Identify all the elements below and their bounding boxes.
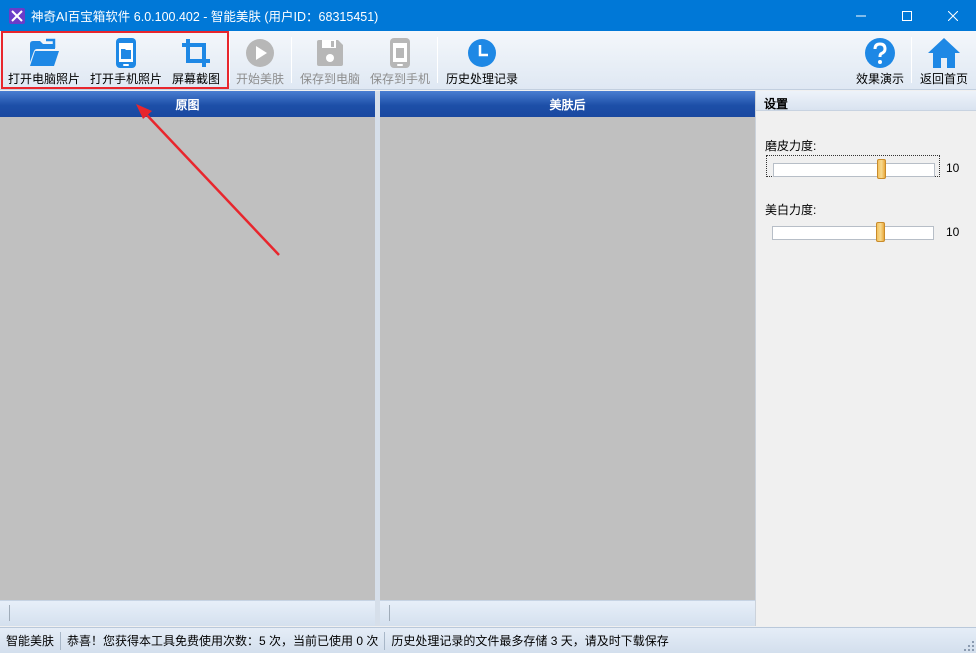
- result-panel-header: 美肤后: [380, 91, 755, 117]
- toolbar-separator: [229, 37, 230, 83]
- home-button[interactable]: 返回首页: [918, 31, 970, 89]
- window-title: 神奇AI百宝箱软件 6.0.100.402 - 智能美肤 (用户ID：68315…: [31, 10, 379, 24]
- demo-label: 效果演示: [855, 72, 904, 86]
- minimize-button[interactable]: [838, 0, 884, 31]
- minimize-icon: [856, 15, 866, 16]
- smooth-strength-label: 磨皮力度:: [765, 139, 817, 153]
- original-panel-title: 原图: [175, 97, 200, 112]
- original-panel-header: 原图: [0, 91, 375, 117]
- smooth-strength-value: 10: [946, 161, 960, 175]
- maximize-icon: [902, 10, 912, 21]
- close-button[interactable]: [930, 0, 976, 31]
- toolbar-separator: [291, 37, 292, 83]
- save-disk-icon: [313, 36, 347, 70]
- help-icon: [863, 36, 897, 70]
- result-panel-title: 美肤后: [549, 97, 586, 112]
- status-quota: 恭喜！您获得本工具免费使用次数：5 次，当前已使用 0 次: [61, 631, 386, 650]
- save-to-phone-button[interactable]: 保存到手机: [368, 31, 432, 89]
- result-image-area[interactable]: [380, 117, 755, 600]
- whiten-slider-thumb[interactable]: [875, 222, 885, 242]
- home-icon: [927, 36, 961, 70]
- smooth-strength-slider[interactable]: [766, 155, 940, 179]
- save-to-pc-button[interactable]: 保存到电脑: [298, 31, 362, 89]
- clock-icon: [465, 36, 499, 70]
- original-image-area[interactable]: [0, 117, 375, 600]
- start-beautify-label: 开始美肤: [235, 72, 284, 86]
- maximize-button[interactable]: [884, 0, 930, 31]
- home-label: 返回首页: [919, 72, 968, 86]
- highlight-annotation-box: [1, 31, 229, 89]
- smooth-slider-thumb[interactable]: [876, 159, 886, 179]
- status-bar: 智能美肤 恭喜！您获得本工具免费使用次数：5 次，当前已使用 0 次 历史处理记…: [0, 627, 976, 653]
- history-button[interactable]: 历史处理记录: [444, 31, 520, 89]
- save-to-pc-label: 保存到电脑: [299, 72, 360, 86]
- start-beautify-button[interactable]: 开始美肤: [234, 31, 286, 89]
- whiten-strength-label: 美白力度:: [765, 203, 817, 217]
- resize-grip-icon[interactable]: [964, 641, 974, 651]
- play-icon: [243, 36, 277, 70]
- original-horizontal-scrollbar[interactable]: [0, 600, 375, 626]
- toolbar-separator: [911, 37, 912, 83]
- save-to-phone-label: 保存到手机: [369, 72, 430, 86]
- whiten-strength-value: 10: [946, 225, 960, 239]
- title-bar: 神奇AI百宝箱软件 6.0.100.402 - 智能美肤 (用户ID：68315…: [0, 0, 976, 31]
- settings-panel: 设置 磨皮力度: 10 美白力度: 10: [755, 91, 976, 626]
- close-icon: [948, 10, 958, 21]
- toolbar-separator: [437, 37, 438, 83]
- whiten-strength-slider[interactable]: [766, 219, 940, 242]
- app-logo-icon: [9, 7, 25, 24]
- status-notice: 历史处理记录的文件最多存储 3 天，请及时下载保存: [391, 633, 669, 648]
- status-module: 智能美肤: [0, 631, 62, 650]
- demo-button[interactable]: 效果演示: [854, 31, 906, 89]
- settings-title: 设置: [756, 91, 976, 111]
- history-label: 历史处理记录: [445, 72, 518, 86]
- save-phone-icon: [383, 36, 417, 70]
- result-horizontal-scrollbar[interactable]: [380, 600, 755, 626]
